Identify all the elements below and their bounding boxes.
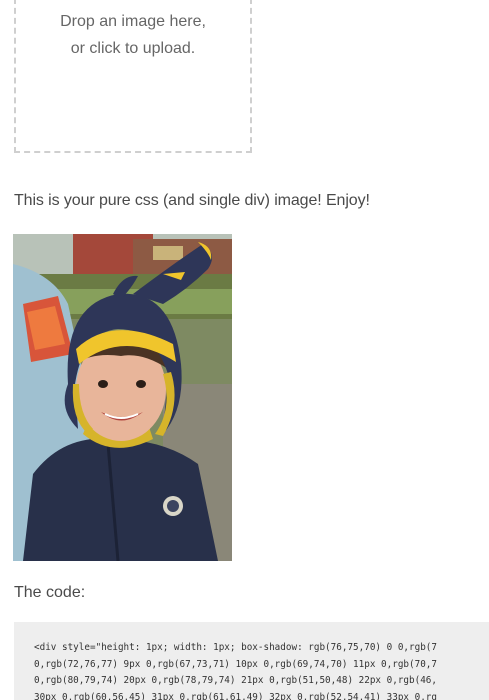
upload-instructions: Drop an image here, or click to upload. [16, 8, 250, 62]
code-line: 30px 0,rgb(60,56,45) 31px 0,rgb(61,61,49… [34, 691, 437, 700]
code-block[interactable]: <div style="height: 1px; width: 1px; box… [14, 622, 489, 700]
code-line: <div style="height: 1px; width: 1px; box… [34, 642, 437, 653]
code-label: The code: [14, 584, 86, 601]
generated-image [13, 234, 232, 561]
upload-instructions-line1: Drop an image here, [60, 13, 206, 30]
code-line: 0,rgb(72,76,77) 9px 0,rgb(67,73,71) 10px… [34, 658, 437, 670]
upload-dropzone[interactable]: Drop an image here, or click to upload. [14, 0, 252, 153]
code-line: 0,rgb(80,79,74) 20px 0,rgb(78,79,74) 21p… [34, 675, 437, 686]
result-message: This is your pure css (and single div) i… [14, 192, 370, 209]
upload-instructions-line2: or click to upload. [70, 40, 196, 57]
child-photo-illustration [13, 234, 232, 561]
